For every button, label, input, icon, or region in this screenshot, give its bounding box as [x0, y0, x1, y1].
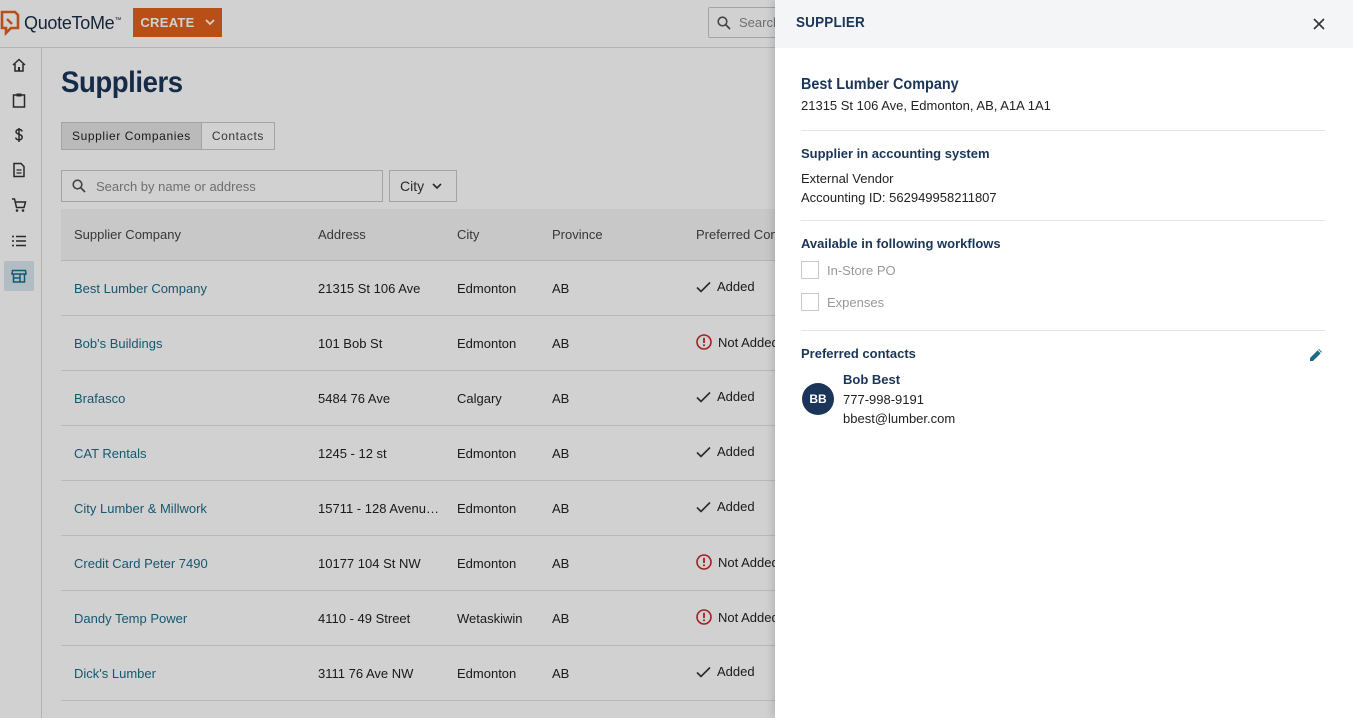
- supplier-name: Best Lumber Company: [801, 76, 959, 93]
- accounting-heading: Supplier in accounting system: [801, 146, 990, 161]
- workflow-option-expenses[interactable]: Expenses: [801, 292, 1325, 312]
- expenses-checkbox[interactable]: [801, 293, 819, 311]
- expenses-label: Expenses: [827, 294, 885, 310]
- workflows-heading: Available in following workflows: [801, 236, 1001, 251]
- supplier-detail-panel: SUPPLIER Best Lumber Company 21315 St 10…: [775, 0, 1353, 718]
- supplier-info: Best Lumber Company 21315 St 106 Ave, Ed…: [801, 76, 1325, 113]
- contact-phone: 777-998-9191: [843, 392, 924, 407]
- panel-title: SUPPLIER: [796, 14, 865, 31]
- accounting-section: Supplier in accounting system External V…: [801, 146, 1325, 205]
- contact-card: Bob Best 777-998-9191 bbest@lumber.com: [843, 372, 1143, 426]
- contact-email: bbest@lumber.com: [843, 411, 956, 426]
- close-panel-button[interactable]: [1309, 14, 1329, 34]
- vendor-type: External Vendor: [801, 171, 894, 186]
- divider: [801, 130, 1325, 131]
- accounting-id: Accounting ID: 562949958211807: [801, 190, 997, 205]
- panel-header: SUPPLIER: [775, 0, 1353, 48]
- close-icon: [1313, 18, 1325, 30]
- modal-backdrop[interactable]: [0, 0, 775, 718]
- supplier-address: 21315 St 106 Ave, Edmonton, AB, A1A 1A1: [801, 98, 1051, 113]
- contact-name: Bob Best: [843, 372, 901, 387]
- in-store-po-label: In-Store PO: [827, 262, 896, 278]
- divider: [801, 330, 1325, 331]
- workflows-section: Available in following workflows In-Stor…: [801, 236, 1325, 312]
- avatar: BB: [802, 383, 834, 415]
- preferred-contacts-heading: Preferred contacts: [801, 346, 916, 361]
- in-store-po-checkbox[interactable]: [801, 261, 819, 279]
- preferred-contacts-section: Preferred contacts: [801, 346, 1325, 361]
- edit-icon[interactable]: [1307, 346, 1325, 364]
- workflow-option-in-store-po[interactable]: In-Store PO: [801, 260, 1325, 280]
- divider: [801, 220, 1325, 221]
